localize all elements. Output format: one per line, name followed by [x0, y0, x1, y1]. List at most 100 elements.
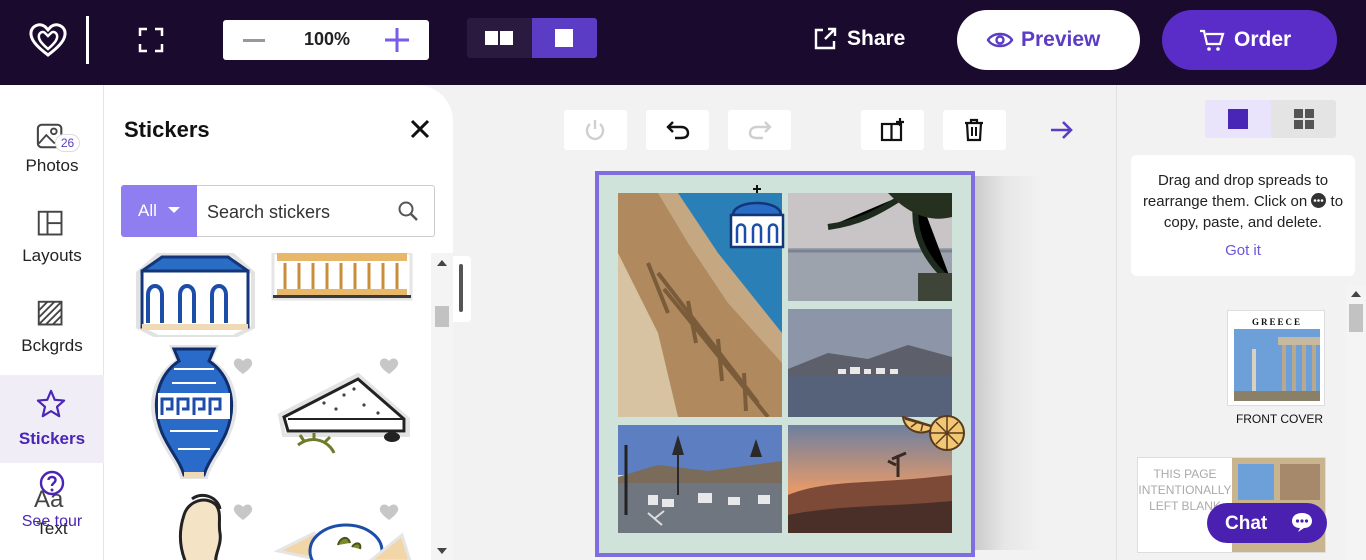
nav-stickers[interactable]: Stickers — [0, 375, 104, 463]
photos-count-badge: 26 — [55, 134, 80, 152]
trash-icon — [965, 118, 983, 142]
drag-drop-tip: Drag and drop spreads to rearrange them.… — [1131, 155, 1355, 276]
scroll-down-icon[interactable] — [436, 547, 448, 555]
reset-button[interactable] — [564, 110, 627, 150]
zoom-control: 100% — [223, 20, 429, 60]
backgrounds-icon — [37, 300, 63, 326]
two-pages-icon — [485, 31, 513, 45]
delete-page-button[interactable] — [943, 110, 1006, 150]
star-icon — [36, 389, 66, 418]
redo-button[interactable] — [728, 110, 791, 150]
share-label: Share — [847, 27, 906, 50]
favorite-heart-icon[interactable] — [233, 357, 253, 375]
layouts-icon — [37, 210, 63, 236]
close-icon[interactable] — [409, 118, 431, 140]
zoom-in-icon[interactable] — [383, 26, 411, 54]
share-icon — [814, 27, 837, 50]
top-bar: 100% Share Preview Order — [0, 0, 1366, 85]
grid-view-button[interactable] — [1271, 100, 1336, 138]
cart-icon — [1200, 29, 1225, 51]
sticker-search-input[interactable] — [207, 198, 392, 226]
scrollbar-thumb[interactable] — [1349, 304, 1363, 332]
add-page-icon — [880, 118, 904, 142]
nav-stickers-label: Stickers — [18, 429, 86, 448]
panel-resize-handle[interactable] — [453, 256, 471, 322]
cover-photo — [1234, 329, 1320, 401]
photo-sea-tree[interactable] — [788, 193, 952, 301]
front-cover-thumbnail[interactable]: GREECE — [1227, 310, 1325, 406]
front-cover-label: FRONT COVER — [1235, 412, 1324, 426]
nav-backgrounds[interactable]: Bckgrds — [0, 265, 104, 355]
sticker-olive-plate[interactable] — [274, 521, 412, 560]
chat-button[interactable]: Chat — [1207, 503, 1327, 543]
photobook-page[interactable] — [595, 171, 975, 557]
next-page-arrow-icon[interactable] — [1048, 118, 1076, 142]
sticker-greek-vase[interactable] — [144, 345, 244, 485]
eye-icon — [986, 32, 1014, 48]
single-page-view-button[interactable] — [532, 18, 597, 58]
scroll-up-icon[interactable] — [1350, 290, 1362, 298]
header-divider — [86, 16, 89, 64]
chat-bubble-icon — [1292, 513, 1312, 532]
zoom-out-icon[interactable] — [241, 28, 269, 52]
tip-text-part-1: Drag and drop spreads to rearrange them.… — [1142, 172, 1329, 210]
sticker-grid — [104, 253, 434, 560]
single-page-icon — [555, 29, 573, 47]
heart-logo-icon[interactable] — [28, 22, 68, 58]
sticker-feta-cheese[interactable] — [274, 373, 412, 458]
spread-view-button[interactable] — [467, 18, 532, 58]
page-sticker-lemon-slices[interactable] — [899, 407, 971, 453]
panel-title: Stickers — [124, 117, 210, 142]
see-tour-label: See tour — [21, 513, 83, 530]
sticker-church-dome[interactable] — [128, 253, 263, 337]
chat-label: Chat — [1225, 513, 1268, 534]
favorite-heart-icon[interactable] — [233, 503, 253, 521]
spreads-view-toggle — [1205, 100, 1336, 138]
favorite-heart-icon[interactable] — [379, 357, 399, 375]
sticker-category-value: All — [138, 201, 157, 220]
single-square-icon — [1228, 109, 1248, 129]
tip-text: Drag and drop spreads to rearrange them.… — [1139, 170, 1347, 233]
facing-page-edge — [972, 176, 1042, 550]
more-options-icon — [1311, 193, 1327, 208]
see-tour-button[interactable]: See tour — [0, 470, 104, 540]
handle-grip — [459, 264, 463, 312]
sticker-panel-scrollbar[interactable] — [431, 253, 453, 560]
help-icon — [39, 470, 65, 496]
power-icon — [585, 120, 605, 141]
add-page-button[interactable] — [861, 110, 924, 150]
cover-title: GREECE — [1251, 317, 1302, 327]
scroll-up-icon[interactable] — [436, 259, 448, 267]
nav-photos-label: Photos — [25, 156, 79, 175]
view-mode-toggle — [467, 18, 597, 58]
fullscreen-icon[interactable] — [138, 27, 164, 53]
single-view-button[interactable] — [1205, 100, 1271, 138]
photo-cafe-terrace[interactable] — [618, 425, 782, 533]
photo-harbor-town[interactable] — [788, 309, 952, 417]
sticker-category-select[interactable]: All — [121, 185, 198, 237]
sticker-parthenon[interactable] — [271, 253, 413, 303]
nav-layouts[interactable]: Layouts — [0, 175, 104, 265]
undo-button[interactable] — [646, 110, 709, 150]
grid-icon — [1294, 109, 1314, 129]
redo-icon — [748, 121, 772, 140]
page-sticker-church-dome[interactable] — [727, 185, 787, 251]
got-it-link[interactable]: Got it — [1131, 240, 1355, 261]
nav-layouts-label: Layouts — [22, 246, 82, 265]
spreads-scrollbar[interactable] — [1346, 285, 1366, 560]
chevron-down-icon — [168, 207, 180, 213]
order-label: Order — [1234, 28, 1292, 51]
nav-photos[interactable]: 26 Photos — [0, 85, 104, 175]
stickers-panel: Stickers All — [104, 85, 453, 560]
order-button[interactable]: Order — [1162, 10, 1337, 70]
preview-label: Preview — [1021, 28, 1101, 51]
undo-icon — [666, 121, 690, 140]
search-icon[interactable] — [397, 200, 419, 222]
sticker-statue-bust[interactable] — [166, 493, 236, 560]
nav-backgrounds-label: Bckgrds — [21, 336, 83, 355]
zoom-level: 100% — [303, 29, 351, 49]
preview-button[interactable]: Preview — [957, 10, 1140, 70]
sticker-search-box — [197, 185, 435, 237]
scrollbar-thumb[interactable] — [435, 306, 449, 327]
favorite-heart-icon[interactable] — [379, 503, 399, 521]
